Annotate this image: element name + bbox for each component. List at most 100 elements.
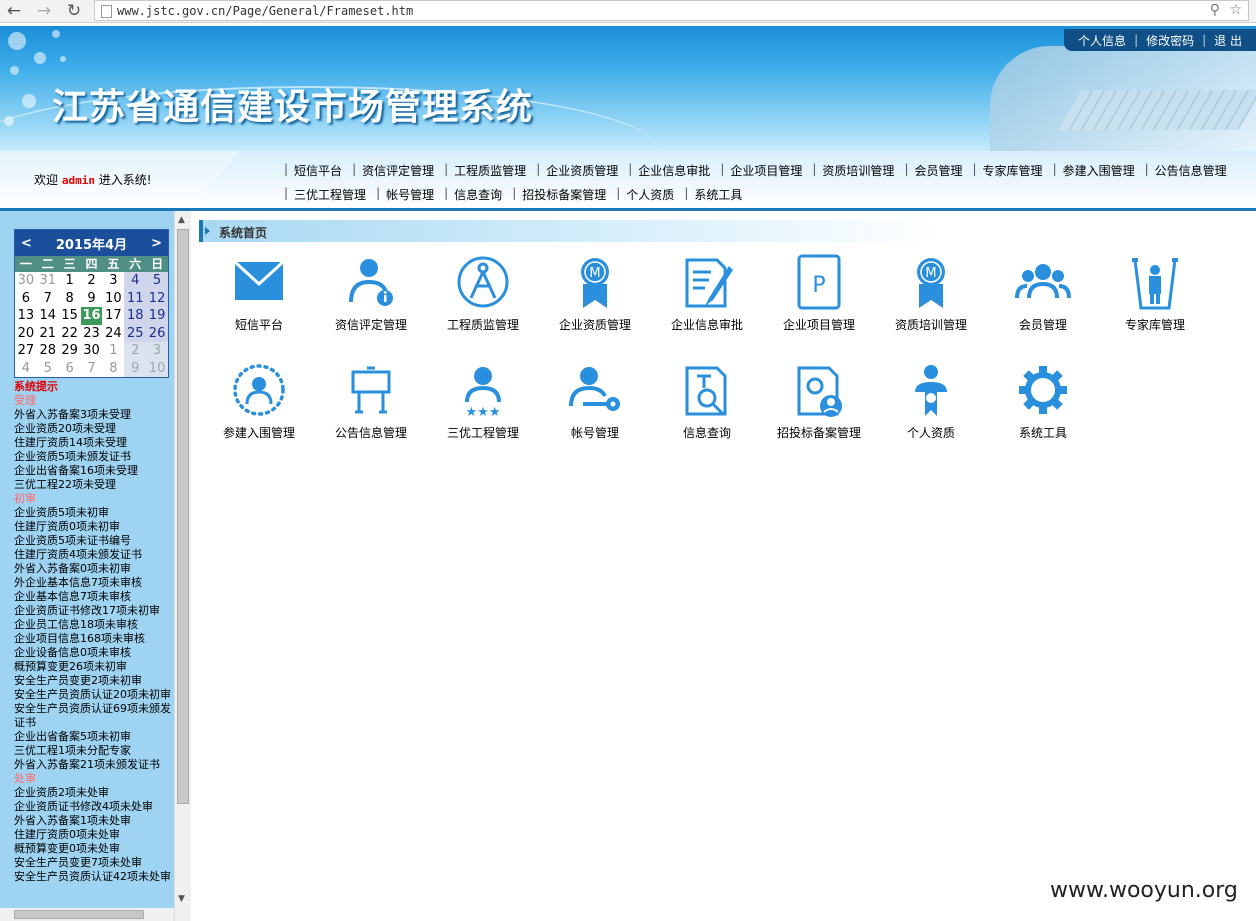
tip-link[interactable]: 外企业基本信息7项未审核 xyxy=(14,576,174,590)
calendar-day[interactable]: 1 xyxy=(102,342,124,360)
tile-label[interactable]: 企业信息审批 xyxy=(651,316,763,333)
tip-link[interactable]: 企业员工信息18项未审核 xyxy=(14,618,174,632)
tip-link[interactable]: 概预算变更0项未处审 xyxy=(14,842,174,856)
tile-compass[interactable]: 工程质监管理 xyxy=(427,254,539,350)
tile-label[interactable]: 会员管理 xyxy=(987,316,1099,333)
compass-icon[interactable] xyxy=(455,254,511,310)
expert-bin-icon[interactable] xyxy=(1127,254,1183,310)
calendar-day[interactable]: 5 xyxy=(146,272,168,290)
row2-item[interactable]: 系统工具 xyxy=(694,186,742,203)
calendar-day[interactable]: 22 xyxy=(59,325,81,343)
tile-label[interactable]: 企业资质管理 xyxy=(539,316,651,333)
calendar-day[interactable]: 25 xyxy=(124,324,147,342)
calendar-day[interactable]: 1 xyxy=(59,272,81,290)
tip-link[interactable]: 外省入苏备案21项未颁发证书 xyxy=(14,758,174,772)
calendar-day[interactable]: 30 xyxy=(15,272,37,290)
tile-label[interactable]: 资质培训管理 xyxy=(875,316,987,333)
tip-link[interactable]: 企业资质5项未证书编号 xyxy=(14,534,174,548)
tip-link[interactable]: 企业资质5项未颁发证书 xyxy=(14,450,174,464)
tip-link[interactable]: 企业出省备案16项未受理 xyxy=(14,464,174,478)
document-user-icon[interactable] xyxy=(791,362,847,418)
tip-link[interactable]: 住建厅资质0项未初审 xyxy=(14,520,174,534)
calendar-day[interactable]: 12 xyxy=(146,289,168,307)
tip-link[interactable]: 企业项目信息168项未审核 xyxy=(14,632,174,646)
row1-item[interactable]: 资质培训管理 xyxy=(822,162,894,179)
tile-user-stars[interactable]: ★★★ 三优工程管理 xyxy=(427,362,539,458)
tile-envelope[interactable]: 短信平台 xyxy=(203,254,315,350)
tile-gear[interactable]: 系统工具 xyxy=(987,362,1099,458)
tile-user-key[interactable]: 帐号管理 xyxy=(539,362,651,458)
row1-item[interactable]: 专家库管理 xyxy=(983,162,1043,179)
tip-link[interactable]: 住建厅资质0项未处审 xyxy=(14,828,174,842)
user-circle-dots-icon[interactable] xyxy=(231,362,287,418)
tile-expert-bin[interactable]: 专家库管理 xyxy=(1099,254,1211,350)
tile-project-p[interactable]: P 企业项目管理 xyxy=(763,254,875,350)
calendar-day[interactable]: 7 xyxy=(81,360,103,378)
tile-group-members[interactable]: 会员管理 xyxy=(987,254,1099,350)
document-search-icon[interactable] xyxy=(679,362,735,418)
calendar-day[interactable]: 23 xyxy=(81,325,103,343)
tip-link[interactable]: 企业资质5项未初审 xyxy=(14,506,174,520)
tip-link[interactable]: 安全生产员资质认证20项未初审 xyxy=(14,688,174,702)
calendar-day[interactable]: 9 xyxy=(124,359,147,377)
calendar-day[interactable]: 6 xyxy=(15,290,37,308)
row2-item[interactable]: 帐号管理 xyxy=(386,186,434,203)
calendar-day[interactable]: 9 xyxy=(81,290,103,308)
tip-link[interactable]: 安全生产员变更7项未处审 xyxy=(14,856,174,870)
tip-link[interactable]: 外省入苏备案1项未处审 xyxy=(14,814,174,828)
tile-label[interactable]: 工程质监管理 xyxy=(427,316,539,333)
tip-link[interactable]: 外省入苏备案0项未初审 xyxy=(14,562,174,576)
user-key-icon[interactable] xyxy=(567,362,623,418)
calendar-day[interactable]: 26 xyxy=(146,324,168,342)
calendar-day[interactable]: 13 xyxy=(15,307,37,325)
calendar-day[interactable]: 15 xyxy=(59,307,81,325)
row1-item[interactable]: 短信平台 xyxy=(294,162,342,179)
tile-label[interactable]: 公告信息管理 xyxy=(315,424,427,441)
calendar-next-button[interactable]: > xyxy=(151,236,162,251)
envelope-icon[interactable] xyxy=(231,254,287,310)
tile-medal-badge[interactable]: M 企业资质管理 xyxy=(539,254,651,350)
reload-icon[interactable]: ↻ xyxy=(64,1,84,21)
person-award-icon[interactable] xyxy=(903,362,959,418)
key-icon[interactable]: ⚲ xyxy=(1210,2,1220,18)
tile-document-search[interactable]: 信息查询 xyxy=(651,362,763,458)
calendar-day[interactable]: 31 xyxy=(37,272,59,290)
tip-link[interactable]: 企业资质证书修改17项未初审 xyxy=(14,604,174,618)
back-arrow-icon[interactable]: ← xyxy=(4,1,24,21)
sidebar-hscrollbar[interactable] xyxy=(0,908,174,921)
tip-link[interactable]: 企业基本信息7项未审核 xyxy=(14,590,174,604)
tile-label[interactable]: 参建入围管理 xyxy=(203,424,315,441)
logout-link[interactable]: 退 出 xyxy=(1214,32,1242,49)
calendar-day[interactable]: 21 xyxy=(37,325,59,343)
tile-label[interactable]: 帐号管理 xyxy=(539,424,651,441)
tile-user-info[interactable]: 资信评定管理 xyxy=(315,254,427,350)
calendar-day[interactable]: 5 xyxy=(37,360,59,378)
project-p-icon[interactable]: P xyxy=(791,254,847,310)
calendar-day[interactable]: 2 xyxy=(124,342,147,360)
group-members-icon[interactable] xyxy=(1015,254,1071,310)
personal-info-link[interactable]: 个人信息 xyxy=(1078,32,1126,49)
tile-label[interactable]: 招投标备案管理 xyxy=(763,424,875,441)
tile-label[interactable]: 三优工程管理 xyxy=(427,424,539,441)
calendar-day[interactable]: 20 xyxy=(15,325,37,343)
calendar-day[interactable]: 17 xyxy=(102,307,124,325)
calendar-day[interactable]: 2 xyxy=(81,272,103,290)
medal-badge-icon[interactable]: M xyxy=(567,254,623,310)
calendar-day[interactable]: 7 xyxy=(37,290,59,308)
calendar-day[interactable]: 6 xyxy=(59,360,81,378)
row1-item[interactable]: 公告信息管理 xyxy=(1155,162,1227,179)
row1-item[interactable]: 企业项目管理 xyxy=(730,162,802,179)
star-icon[interactable]: ☆ xyxy=(1229,2,1242,18)
calendar-day[interactable]: 4 xyxy=(15,360,37,378)
tip-link[interactable]: 概预算变更26项未初审 xyxy=(14,660,174,674)
tile-label[interactable]: 信息查询 xyxy=(651,424,763,441)
tip-link[interactable]: 企业资质证书修改4项未处审 xyxy=(14,800,174,814)
tip-link[interactable]: 住建厅资质14项未受理 xyxy=(14,436,174,450)
tip-link[interactable]: 安全生产员变更2项未初审 xyxy=(14,674,174,688)
gear-icon[interactable] xyxy=(1015,362,1071,418)
tip-link[interactable]: 外省入苏备案3项未受理 xyxy=(14,408,174,422)
tile-label[interactable]: 短信平台 xyxy=(203,316,315,333)
calendar-day[interactable]: 8 xyxy=(102,360,124,378)
row1-item[interactable]: 资信评定管理 xyxy=(362,162,434,179)
tip-link[interactable]: 三优工程22项未受理 xyxy=(14,478,174,492)
